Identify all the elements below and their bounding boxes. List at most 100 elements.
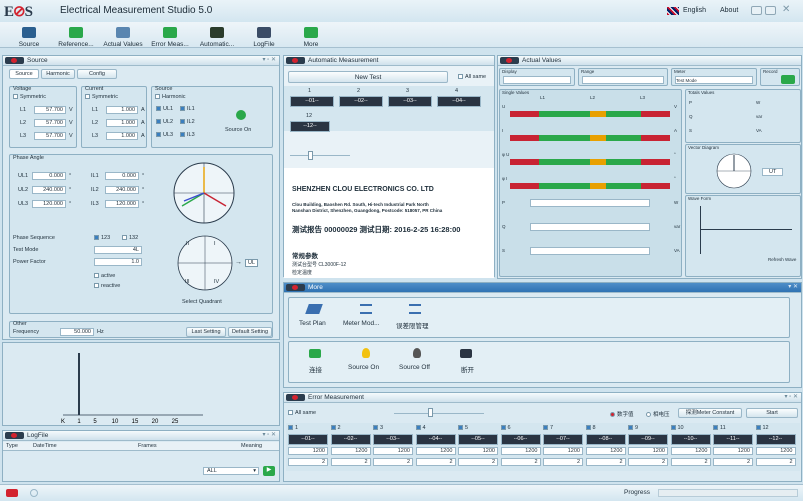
connect-icon[interactable] <box>309 349 321 358</box>
error-col-header[interactable]: 6 <box>500 425 541 431</box>
checkbox-box[interactable] <box>288 425 293 431</box>
error-pulse-input[interactable]: 2 <box>288 458 328 466</box>
voltage-l3-input[interactable]: 57.700 <box>34 132 66 140</box>
check-il2[interactable]: IL2 <box>180 119 195 125</box>
frequency-input[interactable]: 50.000 <box>60 328 94 336</box>
checkbox-box[interactable] <box>670 425 676 431</box>
logfile-go-button[interactable]: ▶ <box>263 466 275 476</box>
error-pulse-input[interactable]: 2 <box>628 458 668 466</box>
tab-source[interactable]: Source <box>9 69 39 79</box>
harmonic-checkbox[interactable]: Harmonic <box>155 94 186 100</box>
default-setting-button[interactable]: Default Setting <box>228 327 272 337</box>
error-all-same-checkbox[interactable]: All same <box>288 410 316 416</box>
auto-slider-thumb[interactable] <box>308 151 313 160</box>
display-select[interactable] <box>503 76 571 84</box>
error-pulse-input[interactable]: 2 <box>713 458 753 466</box>
record-button[interactable] <box>781 75 795 84</box>
tab-harmonic[interactable]: Harmonic <box>41 69 75 79</box>
check-ul2[interactable]: UL2 <box>156 119 173 125</box>
toolbar-actual-valuesbutton[interactable]: Actual Values <box>98 26 148 48</box>
error-slot-6[interactable]: --06-- <box>500 434 541 445</box>
meter-mod-button[interactable]: Meter Mod... <box>343 320 379 327</box>
error-constant-input[interactable]: 1200 <box>543 447 583 455</box>
error-slot-11[interactable]: --11-- <box>713 434 753 445</box>
error-col-header[interactable]: 10 <box>670 425 711 431</box>
error-col-header[interactable]: 5 <box>458 425 498 431</box>
error-pulse-input[interactable]: 2 <box>415 458 456 466</box>
checkbox-box[interactable] <box>755 425 761 431</box>
error-slot-8[interactable]: --08-- <box>585 434 626 445</box>
new-test-button[interactable]: New Test <box>288 71 448 83</box>
current-l1-input[interactable]: 1.000 <box>106 106 138 114</box>
test-plan-icon[interactable] <box>305 304 323 314</box>
quadrant-i[interactable]: I <box>214 241 216 247</box>
error-constant-input[interactable]: 1200 <box>713 447 753 455</box>
error-constant-input[interactable]: 1200 <box>670 447 711 455</box>
error-constant-input[interactable]: 1200 <box>373 447 413 455</box>
error-slider-thumb[interactable] <box>428 408 433 417</box>
quadrant-iii[interactable]: III <box>185 279 190 285</box>
maximize-icon[interactable] <box>765 6 776 15</box>
error-slot-3[interactable]: --03-- <box>373 434 413 445</box>
test-plan-button[interactable]: Test Plan <box>299 320 326 327</box>
disconnect-button[interactable]: 断开 <box>461 364 474 374</box>
checkbox-box[interactable] <box>543 425 548 431</box>
checkbox-box[interactable] <box>156 106 161 112</box>
reactive-radio[interactable]: reactive <box>94 283 120 289</box>
error-pulse-input[interactable]: 2 <box>755 458 796 466</box>
about-button[interactable]: About <box>720 7 738 14</box>
range-select[interactable] <box>582 76 664 84</box>
auto-slot-3[interactable]: --03-- <box>388 96 432 107</box>
error-col-header[interactable]: 11 <box>713 425 753 431</box>
error-slot-1[interactable]: --01-- <box>288 434 328 445</box>
power-factor-input[interactable]: 1.0 <box>94 258 142 266</box>
last-setting-button[interactable]: Last Setting <box>186 327 226 337</box>
slot-12[interactable]: --12-- <box>290 121 330 132</box>
checkbox-box[interactable] <box>180 119 185 125</box>
error-col-header[interactable]: 2 <box>330 425 371 431</box>
test-mode-select[interactable]: 4L <box>94 246 142 254</box>
checkbox-box[interactable] <box>156 132 161 138</box>
panel-pin-icon[interactable]: ▾ ▫ ✕ <box>785 393 799 402</box>
error-start-button[interactable]: Start <box>746 408 798 418</box>
error-pulse-input[interactable]: 2 <box>458 458 498 466</box>
voltage-l2-input[interactable]: 57.700 <box>34 119 66 127</box>
error-col-header[interactable]: 9 <box>628 425 668 431</box>
col-frames[interactable]: Frames <box>138 443 157 449</box>
phase-seq-123-radio[interactable]: 123 <box>94 235 110 241</box>
error-pulse-input[interactable]: 2 <box>543 458 583 466</box>
quadrant-selector[interactable] <box>175 233 235 293</box>
error-slot-5[interactable]: --05-- <box>458 434 498 445</box>
radio-phase-voltage[interactable]: 相电压 <box>646 410 670 418</box>
error-pulse-input[interactable]: 2 <box>585 458 626 466</box>
error-constant-input[interactable]: 1200 <box>500 447 541 455</box>
error-slot-9[interactable]: --09-- <box>628 434 668 445</box>
col-datetime[interactable]: DateTime <box>33 443 57 449</box>
error-slot-7[interactable]: --07-- <box>543 434 583 445</box>
voltage-symmetric-radio[interactable]: Symmetric <box>13 94 46 100</box>
check-il1[interactable]: IL1 <box>180 106 195 112</box>
error-col-header[interactable]: 7 <box>543 425 583 431</box>
error-slot-12[interactable]: --12-- <box>755 434 796 445</box>
error-col-header[interactable]: 8 <box>585 425 626 431</box>
error-col-header[interactable]: 12 <box>755 425 796 431</box>
phase-il1-input[interactable]: 0.000 <box>105 172 139 180</box>
error-col-header[interactable]: 3 <box>373 425 413 431</box>
refresh-wave-button[interactable]: Refresh Wave <box>768 257 796 262</box>
auto-slot-2[interactable]: --02-- <box>339 96 383 107</box>
checkbox-box[interactable] <box>373 425 378 431</box>
phase-ul2-input[interactable]: 240.000 <box>32 186 66 194</box>
auto-slot-4[interactable]: --04-- <box>437 96 481 107</box>
error-constant-input[interactable]: 1200 <box>458 447 498 455</box>
checkbox-box[interactable] <box>713 425 718 431</box>
panel-pin-icon[interactable]: ▾ ✕ <box>788 283 798 292</box>
radio-digital-value[interactable]: 数字值 <box>610 410 634 418</box>
panel-pin-icon[interactable]: ▾ ▫ ✕ <box>263 431 277 440</box>
quadrant-ii[interactable]: II <box>186 241 189 247</box>
checkbox-box[interactable] <box>628 425 633 431</box>
uk-flag-icon[interactable] <box>667 7 679 15</box>
close-icon[interactable]: ✕ <box>782 4 790 15</box>
disconnect-icon[interactable] <box>460 349 472 358</box>
check-ul1[interactable]: UL1 <box>156 106 173 112</box>
phase-seq-132-radio[interactable]: 132 <box>122 235 138 241</box>
